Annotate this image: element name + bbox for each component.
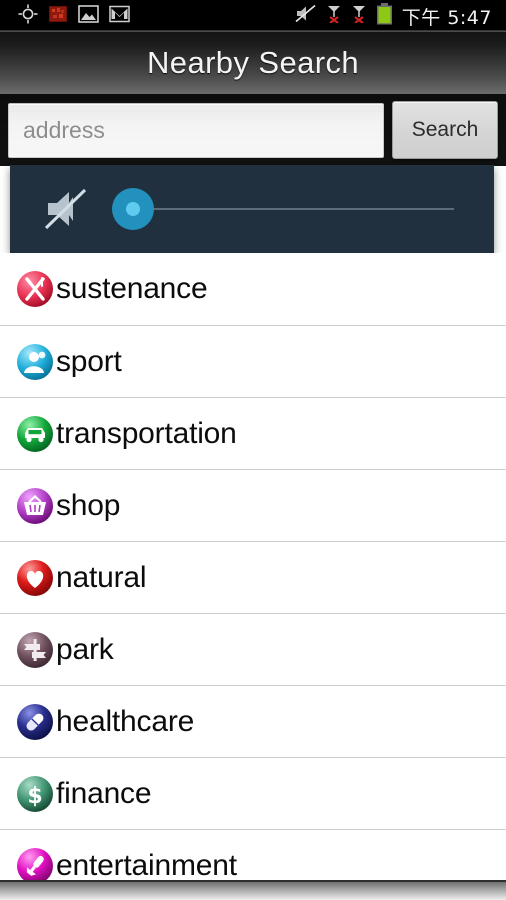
- status-bar-clock: 下午 5:47: [401, 6, 492, 29]
- list-item-sport[interactable]: sport: [0, 325, 506, 397]
- signpost-icon: [16, 631, 54, 669]
- volume-slider-track[interactable]: [124, 208, 454, 210]
- list-item-label: entertainment: [56, 848, 237, 882]
- list-item-sustenance[interactable]: sustenance: [0, 253, 506, 325]
- gallery-image-icon: [78, 4, 99, 28]
- search-bar: Search: [0, 94, 506, 166]
- page-title: Nearby Search: [147, 45, 359, 80]
- shopping-basket-icon: [16, 487, 54, 525]
- list-item-label: finance: [56, 776, 152, 810]
- app-root: 下午 5:47 Nearby Search Search: [0, 0, 506, 900]
- category-list: sustenance sport transportation shop nat…: [0, 253, 506, 900]
- microphone-icon: [16, 847, 54, 885]
- list-item-label: healthcare: [56, 704, 195, 738]
- list-item-shop[interactable]: shop: [0, 469, 506, 541]
- sim1-no-service-icon: [326, 4, 342, 28]
- list-item-park[interactable]: park: [0, 613, 506, 685]
- list-item-label: park: [56, 632, 114, 666]
- app-notification-icon: [48, 4, 68, 29]
- list-item-transportation[interactable]: transportation: [0, 397, 506, 469]
- heart-icon: [16, 559, 54, 597]
- list-item-healthcare[interactable]: healthcare: [0, 685, 506, 757]
- car-icon: [16, 415, 54, 453]
- battery-icon: [376, 2, 393, 30]
- status-bar-divider: [0, 30, 506, 32]
- svg-text:$: $: [27, 784, 42, 809]
- gmail-icon: [109, 5, 130, 28]
- bottom-system-bar: [0, 880, 506, 900]
- fork-knife-icon: [16, 270, 54, 308]
- title-bar: Nearby Search: [0, 32, 506, 94]
- search-button[interactable]: Search: [392, 101, 498, 159]
- volume-mute-icon: [295, 4, 317, 28]
- person-icon: [16, 343, 54, 381]
- list-item-label: sustenance: [56, 272, 208, 305]
- volume-slider[interactable]: [112, 187, 454, 231]
- volume-slider-thumb[interactable]: [112, 188, 154, 230]
- list-item-label: shop: [56, 488, 121, 522]
- status-bar-left-icons: [8, 4, 130, 29]
- volume-overlay-panel: [10, 165, 494, 253]
- speaker-muted-icon[interactable]: [40, 186, 90, 232]
- status-bar-right-icons: 下午 5:47: [295, 2, 498, 30]
- list-item-finance[interactable]: $ finance: [0, 757, 506, 829]
- address-search-input[interactable]: [8, 102, 384, 158]
- pill-icon: [16, 703, 54, 741]
- status-bar: 下午 5:47: [0, 0, 506, 32]
- gps-location-icon: [18, 4, 38, 29]
- dollar-icon: $: [16, 775, 54, 813]
- list-item-label: sport: [56, 344, 122, 378]
- list-item-natural[interactable]: natural: [0, 541, 506, 613]
- list-item-label: natural: [56, 560, 147, 594]
- sim2-no-service-icon: [351, 4, 367, 28]
- list-item-label: transportation: [56, 416, 237, 450]
